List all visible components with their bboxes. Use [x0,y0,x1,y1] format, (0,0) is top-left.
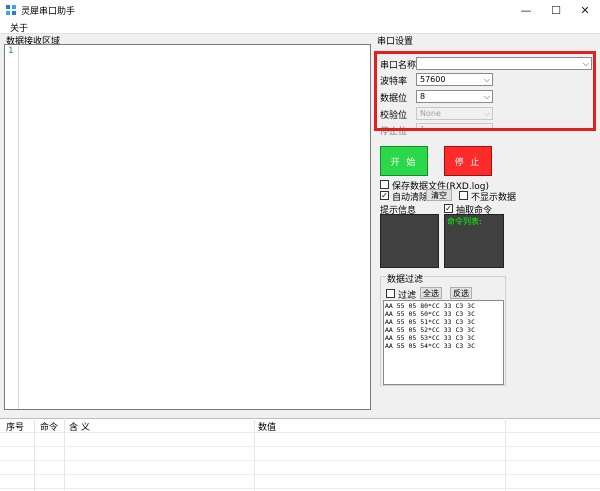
extract-cmd-checkbox[interactable]: ✓ [444,204,453,213]
line-number: 1 [8,46,14,56]
line-number-gutter [5,45,19,409]
info-panel [380,214,439,268]
row-divider [0,474,600,475]
close-button[interactable]: ✕ [570,0,600,20]
row-divider [0,432,600,433]
clear-button[interactable]: 清空 [426,189,452,201]
select-all-button[interactable]: 全选 [420,287,442,299]
filter-list-item[interactable]: AA 55 05 54*CC 33 C3 3C [385,342,475,350]
check-icon: ✓ [381,191,388,200]
check-icon: ✓ [445,204,452,213]
filter-list-item[interactable]: AA 55 05 80*CC 33 C3 3C [385,302,475,310]
stop-button[interactable]: 停 止 [444,146,492,176]
auto-clear-checkbox[interactable]: ✓ [380,191,389,200]
command-table[interactable] [0,418,600,491]
column-header-meaning[interactable]: 含 义 [69,420,90,433]
column-header-command[interactable]: 命令 [40,420,58,433]
invert-selection-button[interactable]: 反选 [450,287,472,299]
column-divider [505,418,506,491]
hide-data-label: 不显示数据 [471,193,517,203]
serial-settings-highlight [374,51,596,131]
row-divider [0,460,600,461]
start-button[interactable]: 开 始 [380,146,428,176]
column-header-index[interactable]: 序号 [6,420,24,433]
filter-list-item[interactable]: AA 55 05 52*CC 33 C3 3C [385,326,475,334]
serial-settings-label: 串口设置 [377,37,414,47]
filter-list-item[interactable]: AA 55 05 53*CC 33 C3 3C [385,334,475,342]
command-list-text: 命令列表: [447,217,482,226]
column-divider [64,418,65,491]
filter-list-item[interactable]: AA 55 05 51*CC 33 C3 3C [385,318,475,326]
column-divider [254,418,255,491]
receive-textarea[interactable] [4,44,371,410]
app-logo-icon [6,5,16,15]
save-file-checkbox[interactable] [380,180,389,189]
column-header-value[interactable]: 数值 [258,420,276,433]
window-title: 灵犀串口助手 [21,7,76,17]
minimize-icon: — [520,3,532,17]
filter-list-item[interactable]: AA 55 05 50*CC 33 C3 3C [385,310,475,318]
data-filter-title: 数据过滤 [386,272,425,285]
menu-bar [0,20,600,33]
maximize-icon: ☐ [551,3,561,17]
close-icon: ✕ [580,3,590,17]
minimize-button[interactable]: — [511,0,541,20]
column-divider [34,418,35,491]
hide-data-checkbox[interactable] [459,191,468,200]
filter-checkbox[interactable] [386,289,395,298]
row-divider [0,446,600,447]
row-divider [0,488,600,489]
auto-clear-label: 自动清除 [392,193,429,203]
title-bar [0,0,600,20]
maximize-button[interactable]: ☐ [541,0,571,20]
